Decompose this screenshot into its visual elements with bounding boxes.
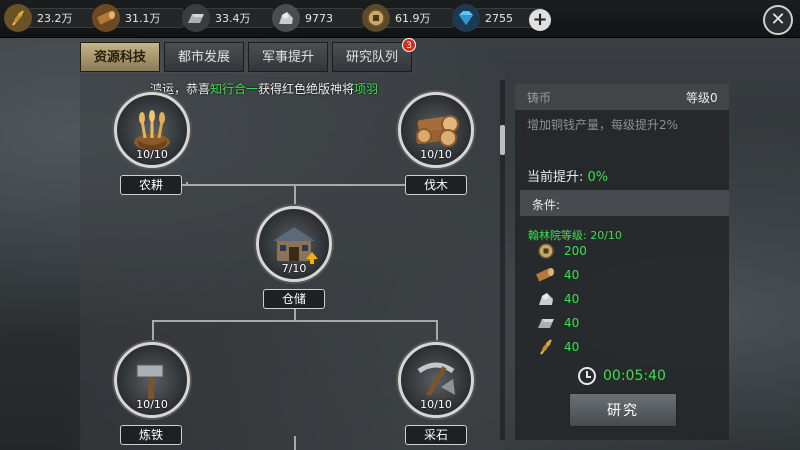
resource-value: 61.9万 (380, 8, 454, 28)
wheat-icon (534, 337, 558, 357)
connector-line (152, 320, 438, 322)
cost-value: 40 (564, 316, 580, 330)
resource-stone: 9773 (272, 4, 364, 32)
coin-icon (362, 4, 390, 32)
scrollbar-thumb[interactable] (500, 125, 505, 155)
resource-value: 9773 (290, 8, 364, 28)
tech-node-smelting[interactable]: 10/10 (114, 342, 190, 418)
resource-value: 31.1万 (110, 8, 184, 28)
notice-hero-name: 项羽 (354, 82, 379, 96)
clock-icon (578, 367, 596, 385)
resource-iron: 33.4万 (182, 4, 274, 32)
cost-value: 40 (564, 292, 580, 306)
resource-food: 23.2万 (4, 4, 96, 32)
cost-wood: 40 (534, 265, 579, 285)
pickaxe-icon (417, 362, 455, 397)
node-level: 10/10 (136, 398, 168, 411)
iron-ingot-icon (182, 4, 210, 32)
iron-ingot-icon (534, 313, 558, 333)
wheat-basket-icon (134, 110, 170, 150)
resource-value: 23.2万 (22, 8, 96, 28)
tech-node-quarrying[interactable]: 10/10 (398, 342, 474, 418)
notice-text: 获得红色绝版神将 (258, 82, 355, 96)
tech-level: 等级0 (686, 91, 718, 105)
queue-badge: 3 (402, 38, 416, 52)
cost-food: 40 (534, 337, 579, 357)
resource-value: 33.4万 (200, 8, 274, 28)
stone-icon (534, 289, 558, 309)
cost-value: 40 (564, 268, 580, 282)
log-icon (92, 4, 120, 32)
current-bonus-value: 0% (587, 170, 609, 185)
logs-icon (415, 115, 459, 147)
tech-node-storage[interactable]: 7/10 (256, 206, 332, 282)
node-level: 10/10 (420, 398, 452, 411)
tech-label-storage[interactable]: 仓储 (263, 289, 325, 309)
research-button[interactable]: 研究 (569, 393, 677, 427)
server-notice: 鸿运，恭喜知行合一获得红色绝版神将项羽 (150, 80, 378, 97)
notice-player-name: 知行合一 (210, 82, 259, 96)
cost-copper: 200 (534, 241, 587, 261)
connector-line (294, 184, 296, 206)
current-bonus-label: 当前提升: (527, 170, 584, 185)
diamond-icon (452, 4, 480, 32)
tech-node-farming[interactable]: 10/10 (114, 92, 190, 168)
resource-wood: 31.1万 (92, 4, 184, 32)
tab-research-queue[interactable]: 研究队列 3 (332, 38, 416, 72)
cost-stone: 40 (534, 289, 579, 309)
cost-iron: 40 (534, 313, 579, 333)
tech-detail-panel (515, 84, 729, 440)
wheat-icon (4, 4, 32, 32)
add-gems-button[interactable]: + (529, 9, 551, 31)
cost-value: 40 (564, 340, 580, 354)
log-icon (534, 265, 558, 285)
connector-line (436, 320, 438, 342)
resource-bar: 23.2万 31.1万 33.4万 9773 61.9万 2755 + ✕ (0, 0, 800, 38)
tech-label-logging[interactable]: 伐木 (405, 175, 467, 195)
tab-bar: 资源科技 都市发展 军事提升 研究队列 3 (80, 38, 416, 72)
tab-label: 研究队列 (345, 50, 398, 65)
stone-icon (272, 4, 300, 32)
tech-label-smelting[interactable]: 炼铁 (120, 425, 182, 445)
node-level: 10/10 (136, 148, 168, 161)
tech-name: 铸币 (527, 91, 552, 105)
hammer-icon (136, 364, 164, 399)
close-button[interactable]: ✕ (763, 5, 793, 35)
current-bonus: 当前提升: 0% (527, 166, 608, 185)
tech-label-farming[interactable]: 农耕 (120, 175, 182, 195)
tab-military[interactable]: 军事提升 (248, 42, 328, 72)
tech-label-quarrying[interactable]: 采石 (405, 425, 467, 445)
resource-copper: 61.9万 (362, 4, 454, 32)
tab-resource-tech[interactable]: 资源科技 (80, 42, 160, 72)
node-level: 10/10 (420, 148, 452, 161)
tech-node-logging[interactable]: 10/10 (398, 92, 474, 168)
node-level: 7/10 (281, 262, 307, 275)
conditions-label: 条件: (532, 198, 561, 212)
connector-line (152, 320, 154, 342)
research-time: 00:05:40 (603, 368, 666, 384)
tab-city-development[interactable]: 都市发展 (164, 42, 244, 72)
research-timer: 00:05:40 (578, 367, 666, 385)
tech-description: 增加铜钱产量，每级提升2% (527, 118, 679, 132)
coin-icon (534, 241, 558, 261)
cost-value: 200 (564, 244, 587, 258)
connector-line (294, 436, 296, 450)
